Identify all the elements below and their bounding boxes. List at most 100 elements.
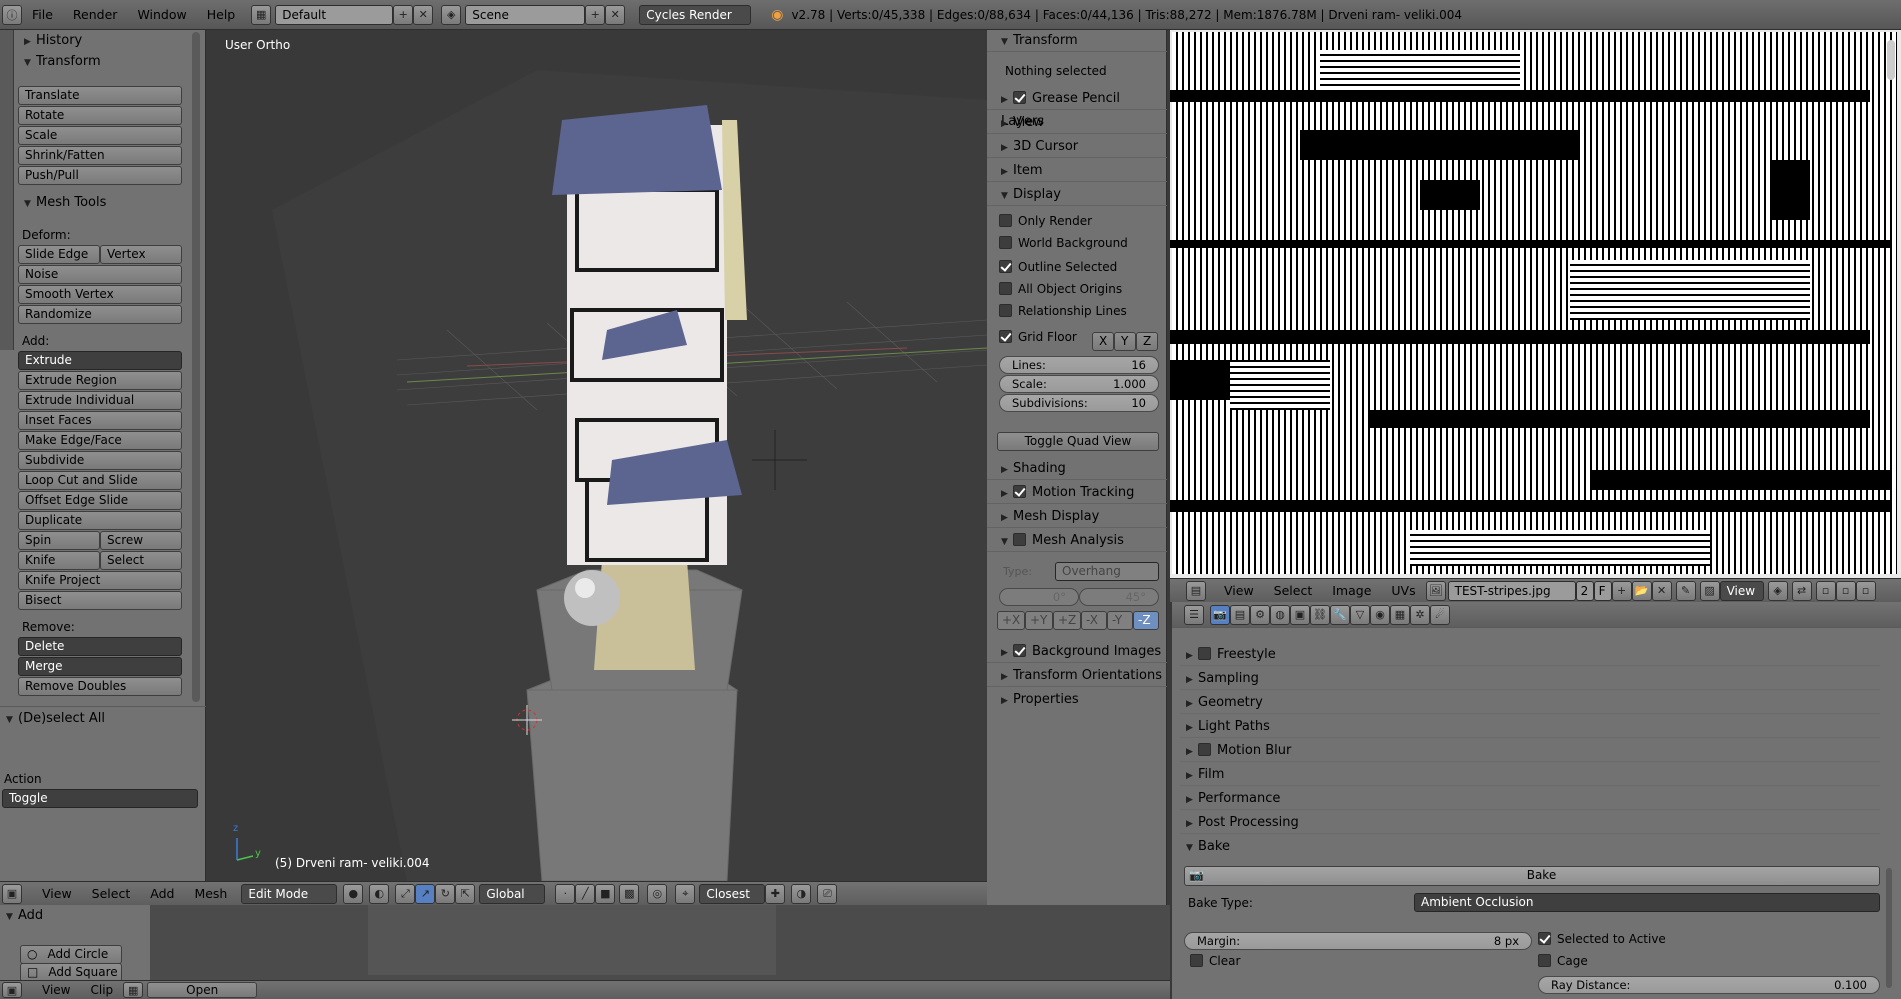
grid-x-toggle[interactable]: X [1092, 332, 1114, 351]
vertex-select-icon[interactable]: · [555, 883, 576, 904]
rotate-button[interactable]: Rotate [18, 106, 182, 125]
mesh-tools-panel-header[interactable]: ▼ Mesh Tools [18, 192, 106, 214]
uv-menu-uvs[interactable]: UVs [1381, 583, 1425, 598]
mesh-analysis-section[interactable]: ▼ Mesh Analysis [987, 530, 1167, 552]
motion-tracking-section[interactable]: ▶ Motion Tracking [987, 482, 1167, 504]
knife-button[interactable]: Knife [18, 551, 100, 570]
add-panel-header[interactable]: ▼ Add [0, 905, 43, 927]
geometry-section[interactable]: ▶ Geometry [1180, 692, 1880, 714]
shading-sphere-icon[interactable]: ● [343, 883, 364, 904]
selected-to-active-option[interactable]: Selected to Active [1538, 932, 1666, 946]
snap-icon[interactable]: ⌖ [675, 883, 696, 904]
screw-button[interactable]: Screw [100, 531, 182, 550]
image-editor-type-icon[interactable]: ▤ [1186, 580, 1206, 601]
uv-scrollbar[interactable] [1887, 40, 1895, 80]
duplicate-button[interactable]: Duplicate [18, 511, 182, 530]
vertex-button[interactable]: Vertex [100, 245, 182, 264]
all-object-origins-option[interactable]: All Object Origins [999, 282, 1122, 296]
add-circle-button[interactable]: ○ Add Circle [20, 945, 122, 964]
timeline-strip[interactable] [368, 905, 776, 975]
manipulator-icon[interactable]: ⤢ [395, 883, 416, 904]
occlude-icon[interactable]: ▩ [619, 883, 640, 904]
editor-type-icon[interactable]: ▣ [2, 883, 22, 904]
render-layers-tab-icon[interactable]: ▤ [1230, 604, 1250, 625]
extrude-dropdown[interactable]: Extrude [18, 351, 182, 370]
axis-pos-y[interactable]: +Y [1025, 611, 1053, 630]
grid-lines-field[interactable]: Lines: 16 [999, 356, 1159, 374]
subdivide-button[interactable]: Subdivide [18, 451, 182, 470]
shrink-fatten-button[interactable]: Shrink/Fatten [18, 146, 182, 165]
relationship-lines-option[interactable]: Relationship Lines [999, 304, 1127, 318]
render-icon[interactable]: ◑ [791, 883, 812, 904]
open-clip-button[interactable]: Open [147, 982, 258, 998]
grease-pencil-section[interactable]: ▶ Grease Pencil Layers [987, 88, 1167, 129]
make-edge-face-button[interactable]: Make Edge/Face [18, 431, 182, 450]
uv-pivot-icon[interactable]: ◈ [1767, 580, 1788, 601]
spin-button[interactable]: Spin [18, 531, 100, 550]
grid-scale-field[interactable]: Scale: 1.000 [999, 375, 1159, 393]
uv-select-edge-icon[interactable]: ▫ [1835, 580, 1856, 601]
film-section[interactable]: ▶ Film [1180, 764, 1880, 786]
noise-button[interactable]: Noise [18, 265, 182, 284]
extrude-individual-button[interactable]: Extrude Individual [18, 391, 182, 410]
clear-option[interactable]: Clear [1190, 954, 1240, 968]
edge-select-icon[interactable]: ╱ [575, 883, 596, 904]
view-section[interactable]: ▶ View [987, 112, 1167, 134]
view-mode-icon[interactable]: ▨ [1699, 580, 1720, 601]
transform-panel-header[interactable]: ▼ Transform [18, 51, 101, 73]
axis-neg-y[interactable]: -Y [1107, 611, 1133, 630]
3d-cursor-section[interactable]: ▶ 3D Cursor [987, 136, 1167, 158]
new-image-icon[interactable]: + [1611, 580, 1632, 601]
snap-target-select[interactable]: Closest [699, 883, 766, 904]
3d-viewport[interactable]: User Ortho (5) Drveni ram- veliki.004 y … [207, 30, 987, 881]
particles-tab-icon[interactable]: ✲ [1410, 604, 1430, 625]
scale-manip-icon[interactable]: ⇱ [455, 883, 476, 904]
scene-icon[interactable]: ◈ [441, 4, 462, 25]
render-tab-icon[interactable]: 📷 [1210, 604, 1230, 625]
bisect-button[interactable]: Bisect [18, 591, 182, 610]
properties-scrollbar[interactable] [1886, 868, 1892, 988]
scene-tab-icon[interactable]: ⚙ [1250, 604, 1270, 625]
image-name-field[interactable]: TEST-stripes.jpg [1447, 580, 1576, 601]
sampling-section[interactable]: ▶ Sampling [1180, 668, 1880, 690]
face-select-icon[interactable]: ■ [595, 883, 616, 904]
motion-blur-section[interactable]: ▶ Motion Blur [1180, 740, 1880, 762]
grid-y-toggle[interactable]: Y [1114, 332, 1136, 351]
bake-button[interactable]: 📷 Bake [1184, 866, 1880, 886]
uv-menu-image[interactable]: Image [1322, 583, 1381, 598]
grid-subdivisions-field[interactable]: Subdivisions: 10 [999, 394, 1159, 412]
mesh-display-section[interactable]: ▶ Mesh Display [987, 506, 1167, 528]
ray-distance-field[interactable]: Ray Distance: 0.100 [1538, 976, 1880, 994]
pin-icon[interactable]: ✎ [1675, 580, 1696, 601]
shading-section[interactable]: ▶ Shading [987, 458, 1167, 480]
bake-section[interactable]: ▼ Bake [1180, 836, 1880, 858]
display-section[interactable]: ▼ Display [987, 184, 1167, 206]
properties-section[interactable]: ▶ Properties [987, 689, 1167, 711]
smooth-vertex-button[interactable]: Smooth Vertex [18, 285, 182, 304]
offset-edge-slide-button[interactable]: Offset Edge Slide [18, 491, 182, 510]
menu-help[interactable]: Help [197, 7, 246, 22]
translate-button[interactable]: Translate [18, 86, 182, 105]
world-tab-icon[interactable]: ◍ [1270, 604, 1290, 625]
mode-select[interactable]: Edit Mode [241, 883, 338, 904]
clip-menu-view[interactable]: View [32, 983, 80, 997]
uv-menu-view[interactable]: View [1214, 583, 1264, 598]
grease-pencil-checkbox[interactable] [1013, 91, 1026, 104]
push-pull-button[interactable]: Push/Pull [18, 166, 182, 185]
image-browse-icon[interactable]: 🖼 [1425, 580, 1446, 601]
transform-orientations-section[interactable]: ▶ Transform Orientations [987, 665, 1167, 687]
pivot-icon[interactable]: ◐ [369, 883, 390, 904]
action-dropdown[interactable]: Toggle [2, 789, 198, 808]
extrude-region-button[interactable]: Extrude Region [18, 371, 182, 390]
min-angle-field[interactable]: 0° [999, 588, 1079, 606]
inset-faces-button[interactable]: Inset Faces [18, 411, 182, 430]
max-angle-field[interactable]: 45° [1079, 588, 1159, 606]
cage-option[interactable]: Cage [1538, 954, 1588, 968]
history-panel-header[interactable]: ▶ History [18, 30, 82, 52]
menu-render[interactable]: Render [63, 7, 128, 22]
menu-window[interactable]: Window [127, 7, 196, 22]
uv-select-vertex-icon[interactable]: ▫ [1815, 580, 1836, 601]
layout-grid-icon[interactable]: ▦ [251, 4, 272, 25]
analysis-type-select[interactable]: Overhang [1055, 562, 1159, 581]
delete-dropdown[interactable]: Delete [18, 637, 182, 656]
